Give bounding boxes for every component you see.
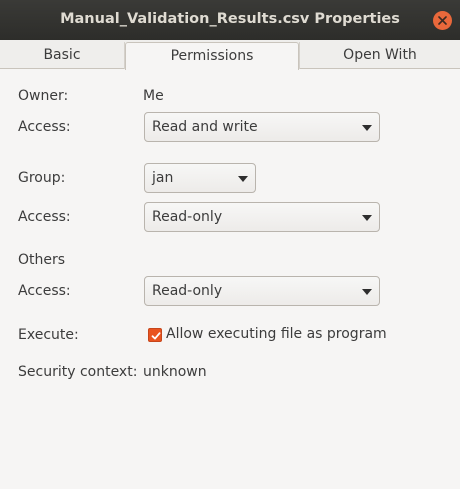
close-icon	[438, 16, 447, 25]
security-context-label: Security context:	[18, 364, 138, 380]
group-access-label: Access:	[18, 209, 71, 225]
others-access-value: Read-only	[152, 283, 223, 299]
group-combo[interactable]: jan	[144, 163, 256, 193]
others-label: Others	[18, 252, 66, 268]
execute-label: Execute:	[18, 327, 79, 343]
owner-access-value: Read and write	[152, 119, 258, 135]
checkmark-icon	[151, 332, 161, 340]
group-value: jan	[152, 170, 174, 186]
others-access-combo[interactable]: Read-only	[144, 276, 380, 306]
execute-checkbox[interactable]	[148, 328, 162, 342]
group-label: Group:	[18, 170, 66, 186]
title-bar: Manual_Validation_Results.csv Properties	[0, 0, 460, 40]
others-access-label: Access:	[18, 283, 71, 299]
owner-value: Me	[143, 88, 164, 104]
chevron-down-icon	[238, 176, 248, 182]
tab-basic[interactable]: Basic	[0, 42, 125, 69]
tab-open-with[interactable]: Open With	[299, 42, 460, 69]
tab-permissions[interactable]: Permissions	[125, 42, 299, 70]
execute-checkbox-label[interactable]: Allow executing file as program	[166, 326, 387, 342]
group-access-value: Read-only	[152, 209, 223, 225]
chevron-down-icon	[362, 215, 372, 221]
chevron-down-icon	[362, 289, 372, 295]
window-title: Manual_Validation_Results.csv Properties	[60, 11, 400, 27]
owner-label: Owner:	[18, 88, 69, 104]
owner-access-combo[interactable]: Read and write	[144, 112, 380, 142]
tab-bar: Basic Permissions Open With	[0, 40, 460, 70]
group-access-combo[interactable]: Read-only	[144, 202, 380, 232]
close-button[interactable]	[433, 11, 452, 30]
security-context-value: unknown	[143, 364, 207, 380]
chevron-down-icon	[362, 125, 372, 131]
owner-access-label: Access:	[18, 119, 71, 135]
